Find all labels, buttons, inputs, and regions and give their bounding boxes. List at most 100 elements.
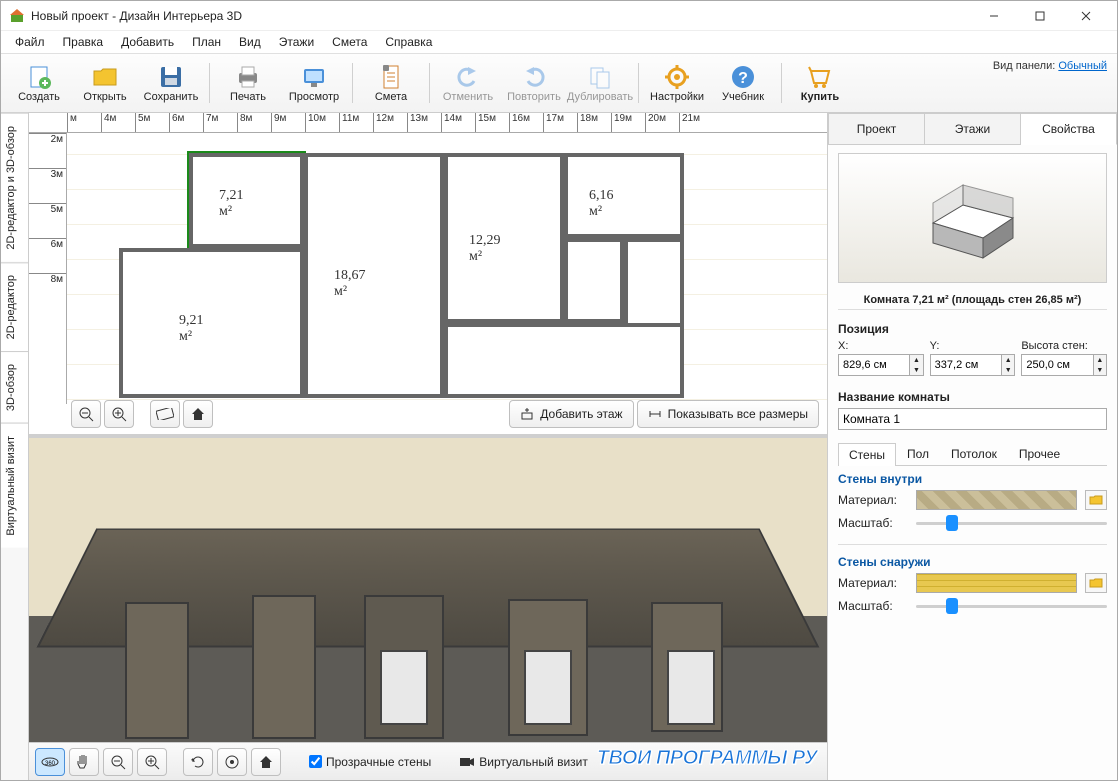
scale-inside-slider[interactable] (916, 513, 1107, 533)
menu-help[interactable]: Справка (377, 33, 440, 51)
walls-inside-section: Стены внутри Материал: Масштаб: (838, 466, 1107, 536)
walls-outside-section: Стены снаружи Материал: Масштаб: (838, 544, 1107, 619)
room[interactable] (624, 238, 684, 328)
vtab-virtual[interactable]: Виртуальный визит (1, 423, 28, 548)
settings-button[interactable]: Настройки (645, 56, 709, 110)
room[interactable] (444, 323, 684, 398)
duplicate-button[interactable]: Дублировать (568, 56, 632, 110)
room-preview-3d (838, 153, 1107, 283)
svg-text:360: 360 (45, 761, 56, 767)
estimate-button[interactable]: Смета (359, 56, 423, 110)
spin-up-icon[interactable]: ▲ (1002, 355, 1014, 365)
room-label: 18,67 м² (334, 268, 366, 300)
app-window: Новый проект - Дизайн Интерьера 3D Файл … (0, 0, 1118, 781)
zoom-in-button[interactable] (104, 400, 134, 428)
browse-material-inside-button[interactable] (1085, 490, 1107, 510)
print-button[interactable]: Печать (216, 56, 280, 110)
folder-icon (1089, 494, 1103, 506)
material-outside-swatch[interactable] (916, 573, 1077, 593)
save-button[interactable]: Сохранить (139, 56, 203, 110)
undo-button[interactable]: Отменить (436, 56, 500, 110)
right-tabs: Проект Этажи Свойства (828, 113, 1117, 145)
walls-outside-title: Стены снаружи (838, 555, 1107, 569)
virtual-visit-button[interactable]: Виртуальный визит (459, 755, 588, 769)
maximize-button[interactable] (1017, 1, 1063, 31)
spin-down-icon[interactable]: ▼ (910, 365, 922, 375)
center-area: м4м5м6м7м8м9м10м11м12м13м14м15м16м17м18м… (29, 113, 827, 780)
zoom-out-button[interactable] (71, 400, 101, 428)
add-floor-button[interactable]: Добавить этаж (509, 400, 633, 428)
x-input[interactable]: ▲▼ (838, 354, 924, 376)
spin-up-icon[interactable]: ▲ (910, 355, 922, 365)
vtab-3d[interactable]: 3D-обзор (1, 351, 28, 423)
spin-up-icon[interactable]: ▲ (1094, 355, 1106, 365)
zoom-out-3d-button[interactable] (103, 748, 133, 776)
spin-down-icon[interactable]: ▼ (1002, 365, 1014, 375)
plan-view-2d[interactable]: м4м5м6м7м8м9м10м11м12м13м14м15м16м17м18м… (29, 113, 827, 438)
redo-button[interactable]: Повторить (502, 56, 566, 110)
menu-file[interactable]: Файл (7, 33, 53, 51)
room-selected[interactable] (189, 153, 304, 248)
properties-panel: Проект Этажи Свойства Комната 7,21 м² (п… (827, 113, 1117, 780)
menu-edit[interactable]: Правка (55, 33, 112, 51)
room[interactable] (304, 153, 444, 398)
subtab-walls[interactable]: Стены (838, 443, 896, 466)
close-button[interactable] (1063, 1, 1109, 31)
open-button[interactable]: Открыть (73, 56, 137, 110)
tutorial-button[interactable]: ?Учебник (711, 56, 775, 110)
buy-button[interactable]: Купить (788, 56, 852, 110)
measure-button[interactable] (150, 400, 180, 428)
material-subtabs: Стены Пол Потолок Прочее (838, 442, 1107, 466)
home-3d-button[interactable] (251, 748, 281, 776)
left-vertical-tabs: 2D-редактор и 3D-обзор 2D-редактор 3D-об… (1, 113, 29, 780)
preview-button[interactable]: Просмотр (282, 56, 346, 110)
view-panel-link[interactable]: Обычный (1058, 60, 1107, 72)
menu-add[interactable]: Добавить (113, 33, 182, 51)
vtab-2d[interactable]: 2D-редактор (1, 262, 28, 351)
wall-height-input[interactable]: ▲▼ (1021, 354, 1107, 376)
vtab-2d-3d[interactable]: 2D-редактор и 3D-обзор (1, 113, 28, 262)
room[interactable] (564, 153, 684, 238)
menu-plan[interactable]: План (184, 33, 229, 51)
subtab-ceiling[interactable]: Потолок (940, 442, 1008, 465)
room[interactable] (119, 248, 304, 398)
ruler-horizontal: м4м5м6м7м8м9м10м11м12м13м14м15м16м17м18м… (29, 113, 827, 133)
orbit-360-button[interactable]: 360 (35, 748, 65, 776)
tab-properties[interactable]: Свойства (1021, 113, 1117, 145)
view-panel-mode: Вид панели: Обычный (993, 60, 1107, 72)
room-label: 6,16 м² (589, 188, 614, 220)
home-button[interactable] (183, 400, 213, 428)
menu-estimate[interactable]: Смета (324, 33, 375, 51)
menubar: Файл Правка Добавить План Вид Этажи Смет… (1, 31, 1117, 53)
minimize-button[interactable] (971, 1, 1017, 31)
rotate-button[interactable] (183, 748, 213, 776)
y-input[interactable]: ▲▼ (930, 354, 1016, 376)
scene-3d[interactable] (29, 438, 827, 780)
spin-down-icon[interactable]: ▼ (1094, 365, 1106, 375)
create-button[interactable]: Создать (7, 56, 71, 110)
scale-outside-slider[interactable] (916, 596, 1107, 616)
titlebar: Новый проект - Дизайн Интерьера 3D (1, 1, 1117, 31)
subtab-floor[interactable]: Пол (896, 442, 940, 465)
subtab-other[interactable]: Прочее (1008, 442, 1071, 465)
tab-floors[interactable]: Этажи (925, 113, 1021, 145)
view-reset-button[interactable] (217, 748, 247, 776)
room-name-label: Название комнаты (838, 390, 1107, 404)
camera-icon (459, 756, 475, 768)
tab-project[interactable]: Проект (828, 113, 925, 145)
room[interactable] (444, 153, 564, 323)
transparent-walls-checkbox[interactable]: Прозрачные стены (309, 755, 431, 769)
position-section: Позиция X: ▲▼ Y: ▲▼ Высота стен: ▲▼ (838, 316, 1107, 376)
room-label: 9,21 м² (179, 313, 204, 345)
room-name-input[interactable] (838, 408, 1107, 430)
show-dimensions-button[interactable]: Показывать все размеры (637, 400, 819, 428)
zoom-in-3d-button[interactable] (137, 748, 167, 776)
room[interactable] (564, 238, 624, 323)
menu-view[interactable]: Вид (231, 33, 269, 51)
view-3d[interactable]: 360 Прозрачные стены Виртуальный визит (29, 438, 827, 780)
browse-material-outside-button[interactable] (1085, 573, 1107, 593)
pan-button[interactable] (69, 748, 99, 776)
menu-floors[interactable]: Этажи (271, 33, 322, 51)
ruler-vertical: 2м3м5м6м8м (29, 133, 67, 404)
material-inside-swatch[interactable] (916, 490, 1077, 510)
